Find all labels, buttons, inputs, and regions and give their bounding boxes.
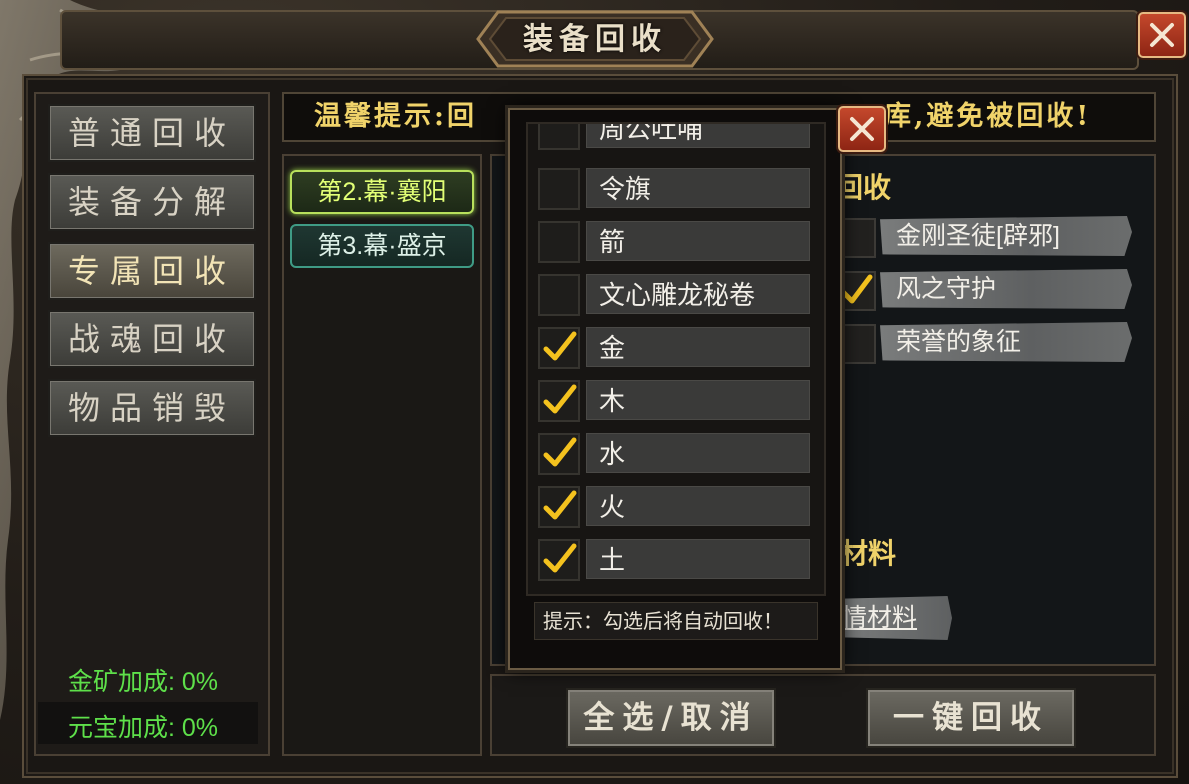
popup-row: 金	[528, 325, 824, 369]
item-label: 风之守护	[880, 269, 1132, 309]
tip-text-right: 库,避免被回收!	[884, 101, 1092, 132]
popup-row: 令旗	[528, 166, 824, 210]
popup-checkbox[interactable]	[538, 433, 580, 475]
materials-link[interactable]: 情材料	[842, 596, 952, 640]
popup-checkbox[interactable]	[538, 168, 580, 210]
section-title-materials: 材料	[840, 537, 897, 570]
popup-item-label: 水	[586, 433, 810, 473]
close-icon	[850, 117, 874, 141]
popup-checkbox[interactable]	[538, 274, 580, 316]
chapter-tab-xiangyang[interactable]: 第2.幕·襄阳	[290, 170, 474, 214]
popup-checkbox[interactable]	[538, 539, 580, 581]
select-all-button[interactable]: 全选/取消	[566, 688, 776, 748]
popup-close-button[interactable]	[838, 106, 886, 152]
popup-item-list: 周公吐哺 令旗 箭 文心雕龙秘卷 金 木 水 火 土	[526, 122, 826, 596]
yuanbao-bonus: 元宝加成: 0%	[68, 714, 219, 742]
chapter-tab-shengjing[interactable]: 第3.幕·盛京	[290, 224, 474, 268]
popup-item-label: 金	[586, 327, 810, 367]
item-checkbox[interactable]	[836, 271, 876, 311]
popup-row: 箭	[528, 219, 824, 263]
popup-item-label: 周公吐哺	[586, 124, 810, 148]
item-label: 荣誉的象征	[880, 322, 1132, 362]
chapter-list: 第2.幕·襄阳 第3.幕·盛京	[282, 154, 482, 756]
check-icon	[543, 331, 577, 361]
menu-normal-recycle[interactable]: 普通回收	[48, 104, 256, 162]
section-title: 回收	[835, 171, 892, 204]
popup-checkbox[interactable]	[538, 221, 580, 263]
recycle-category-panel: 普通回收 装备分解 专属回收 战魂回收 物品销毁	[34, 92, 270, 756]
popup-item-label: 火	[586, 486, 810, 526]
popup-hint: 提示：勾选后将自动回收！	[534, 602, 818, 640]
popup-checkbox[interactable]	[538, 486, 580, 528]
popup-row: 土	[528, 537, 824, 581]
menu-warsoul-recycle[interactable]: 战魂回收	[48, 310, 256, 368]
popup-row: 木	[528, 378, 824, 422]
popup-row: 水	[528, 431, 824, 475]
check-icon	[543, 384, 577, 414]
check-icon	[543, 490, 577, 520]
close-icon	[1150, 23, 1174, 47]
menu-item-destroy[interactable]: 物品销毁	[48, 379, 256, 437]
item-checkbox[interactable]	[836, 218, 876, 258]
menu-exclusive-recycle[interactable]: 专属回收	[48, 242, 256, 300]
menu-equipment-decompose[interactable]: 装备分解	[48, 173, 256, 231]
popup-item-label: 令旗	[586, 168, 810, 208]
popup-item-label: 木	[586, 380, 810, 420]
popup-row: 文心雕龙秘卷	[528, 272, 824, 316]
popup-item-label: 文心雕龙秘卷	[586, 274, 810, 314]
item-checkbox[interactable]	[836, 324, 876, 364]
check-icon	[543, 437, 577, 467]
check-icon	[543, 543, 577, 573]
popup-checkbox[interactable]	[538, 327, 580, 369]
close-button[interactable]	[1138, 12, 1186, 58]
item-label: 金刚圣徒[辟邪]	[880, 216, 1132, 256]
check-icon	[840, 274, 873, 304]
popup-checkbox[interactable]	[538, 124, 580, 150]
popup-row: 火	[528, 484, 824, 528]
gold-mine-bonus: 金矿加成: 0%	[68, 668, 219, 696]
window-title: 装备回收	[523, 22, 667, 57]
popup-checkbox[interactable]	[538, 380, 580, 422]
one-click-recycle-button[interactable]: 一键回收	[866, 688, 1076, 748]
popup-row: 周公吐哺	[528, 124, 824, 150]
popup-item-label: 土	[586, 539, 810, 579]
popup-item-label: 箭	[586, 221, 810, 261]
tip-text-left: 温馨提示:回	[314, 101, 477, 132]
